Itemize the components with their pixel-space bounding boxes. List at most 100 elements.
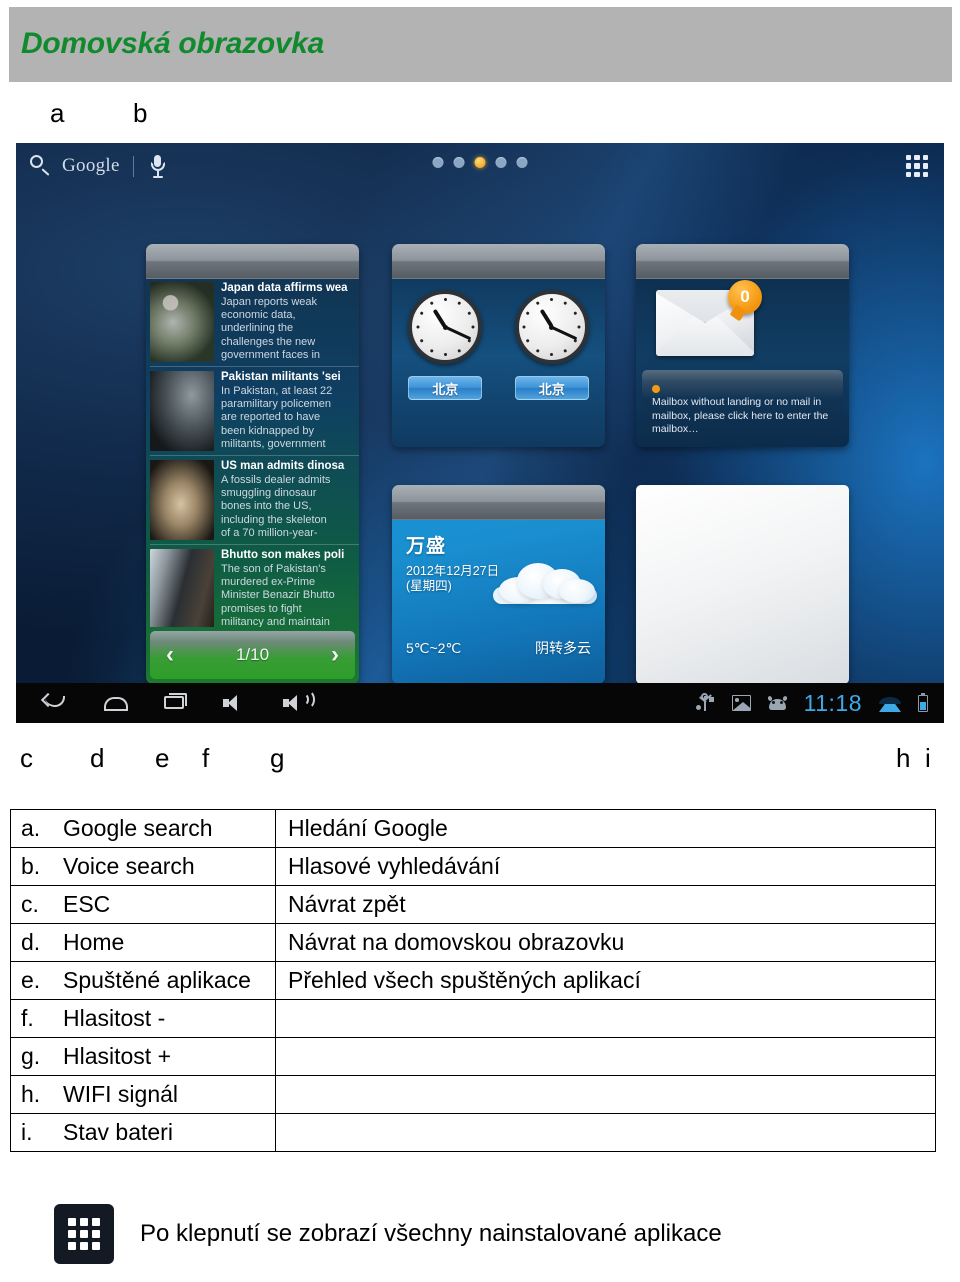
table-cell-key: c. ESC (10, 885, 276, 924)
app-drawer-note-text: Po klepnutí se zobrazí všechny nainstalo… (140, 1220, 722, 1247)
row-key-label: Home (63, 929, 125, 955)
table-cell-key: b. Voice search (10, 847, 276, 886)
unread-count-badge: 0 (728, 280, 762, 314)
clock-unit[interactable]: 北京 (514, 290, 589, 400)
news-list-item[interactable]: Japan data affirms wea Japan reports wea… (150, 278, 359, 367)
apps-drawer-icon[interactable] (54, 1204, 114, 1264)
row-marker: h. (21, 1081, 41, 1107)
app-drawer-note: Po klepnutí se zobrazí všechny nainstalo… (54, 1204, 722, 1264)
picture-icon (731, 695, 751, 711)
news-pager[interactable]: ‹ 1/10 › (150, 631, 355, 679)
table-cell-value: Návrat zpět (275, 885, 936, 924)
news-headline: Japan data affirms wea (221, 282, 348, 294)
row-marker: c. (21, 891, 39, 917)
news-snippet-line: In Pakistan, at least 22 (221, 385, 333, 397)
news-snippet-line: promises to fight (221, 602, 302, 615)
news-widget[interactable]: Japan data affirms wea Japan reports wea… (146, 244, 359, 684)
weather-condition: 阴转多云 (535, 640, 591, 656)
news-list-item[interactable]: US man admits dinosa A fossils dealer ad… (150, 456, 359, 545)
android-navigation-bar: 11:18 (16, 683, 944, 723)
homescreen-page-indicator[interactable] (432, 157, 528, 168)
volume-up-icon[interactable] (282, 690, 315, 716)
table-row: e. Spuštěné aplikace Přehled všech spuště… (10, 961, 936, 1000)
clock-unit[interactable]: 北京 (408, 290, 483, 400)
homescreen-widgets-area: Japan data affirms wea Japan reports wea… (16, 191, 944, 684)
page-dot-1[interactable] (432, 157, 444, 168)
callout-letter-g: g (270, 743, 285, 773)
news-snippet-line: militants, government (221, 437, 326, 450)
callout-letter-h: h (896, 743, 911, 773)
weather-city: 万盛 (406, 536, 447, 557)
callout-letter-f: f (202, 743, 210, 773)
search-icon[interactable] (30, 155, 52, 177)
news-snippet-line: murdered ex-Prime (221, 576, 316, 589)
callout-letter-b: b (133, 98, 148, 128)
back-icon[interactable] (42, 690, 70, 716)
battery-icon[interactable] (918, 692, 928, 712)
page-title: Domovská obrazovka (21, 27, 325, 60)
page-dot-3-active[interactable] (474, 157, 486, 168)
clock-city-label[interactable]: 北京 (514, 376, 589, 400)
table-row: a. Google search Hledání Google (10, 809, 936, 848)
weather-temperature: 5℃~2℃ (406, 640, 462, 656)
page-dot-4[interactable] (495, 157, 507, 168)
microphone-icon[interactable] (150, 154, 166, 178)
news-page-count: 1/10 (235, 645, 270, 664)
table-row: d. Home Návrat na domovskou obrazovku (10, 923, 936, 962)
google-search-bar[interactable]: Google (30, 149, 166, 183)
table-cell-value (275, 1037, 936, 1076)
table-row: b. Voice search Hlasové vyhledávání (10, 847, 936, 886)
page-dot-5[interactable] (516, 157, 528, 168)
news-widget-header (146, 244, 359, 279)
mail-widget-header (636, 244, 849, 279)
news-snippet-line: Minister Benazir Bhutto (221, 589, 335, 602)
homescreen-top-bar: Google (16, 143, 944, 191)
search-divider (132, 155, 134, 177)
weather-widget[interactable]: 万盛 2012年12月27日 (星期四) 5℃~2℃ 阴转多云 (392, 485, 605, 684)
status-bar-clock[interactable]: 11:18 (804, 690, 862, 717)
row-marker: b. (21, 853, 41, 879)
clock-city-label[interactable]: 北京 (408, 376, 483, 400)
blank-widget-panel[interactable] (636, 485, 849, 684)
news-snippet-line: militancy and maintain (221, 615, 330, 627)
news-thumbnail-image (150, 371, 214, 451)
page-dot-2[interactable] (453, 157, 465, 168)
callout-letter-d: d (90, 743, 105, 773)
news-snippet-line: Japan reports weak (221, 296, 317, 308)
news-snippet-line: A fossils dealer admits (221, 474, 331, 486)
news-headline: Pakistan militants 'sei (221, 371, 341, 383)
news-list: Japan data affirms wea Japan reports wea… (146, 278, 359, 627)
news-snippet: The son of Pakistan's murdered ex-Prime … (221, 563, 359, 627)
table-row: f. Hlasitost - (10, 999, 936, 1038)
clock-widget-header (392, 244, 605, 279)
news-snippet-line: economic data, (221, 309, 296, 322)
news-list-item[interactable]: Bhutto son makes poli The son of Pakista… (150, 545, 359, 627)
callout-letter-e: e (155, 743, 170, 773)
apps-grid-icon[interactable] (904, 153, 930, 179)
news-prev-icon[interactable]: ‹ (166, 643, 174, 667)
row-marker: d. (21, 929, 41, 955)
news-snippet-line: smuggling dinosaur (221, 487, 317, 500)
table-cell-value: Hlasové vyhledávání (275, 847, 936, 886)
row-marker: a. (21, 815, 41, 841)
wifi-icon[interactable] (879, 695, 901, 712)
mail-widget[interactable]: 0 Mailbox without landing or no mail in … (636, 244, 849, 447)
mail-message-panel[interactable]: Mailbox without landing or no mail in ma… (642, 370, 843, 442)
row-key-label: Stav bateri (63, 1119, 173, 1145)
world-clock-widget[interactable]: 北京 北京 (392, 244, 605, 447)
table-cell-key: a. Google search (10, 809, 276, 848)
row-marker: i. (21, 1119, 33, 1145)
recent-apps-icon[interactable] (162, 690, 190, 716)
news-next-icon[interactable]: › (331, 643, 339, 667)
row-key-label: WIFI signál (63, 1081, 179, 1107)
news-list-item[interactable]: Pakistan militants 'sei In Pakistan, at … (150, 367, 359, 456)
table-cell-key: e. Spuštěné aplikace (10, 961, 276, 1000)
table-cell-key: g. Hlasitost + (10, 1037, 276, 1076)
row-marker: e. (21, 967, 41, 993)
news-thumbnail-image (150, 549, 214, 627)
home-icon[interactable] (102, 690, 130, 716)
news-snippet: A fossils dealer admits smuggling dinosa… (221, 474, 359, 539)
status-dot-icon (652, 385, 660, 393)
volume-down-icon[interactable] (222, 690, 250, 716)
news-snippet-line: challenges the new (221, 335, 316, 348)
